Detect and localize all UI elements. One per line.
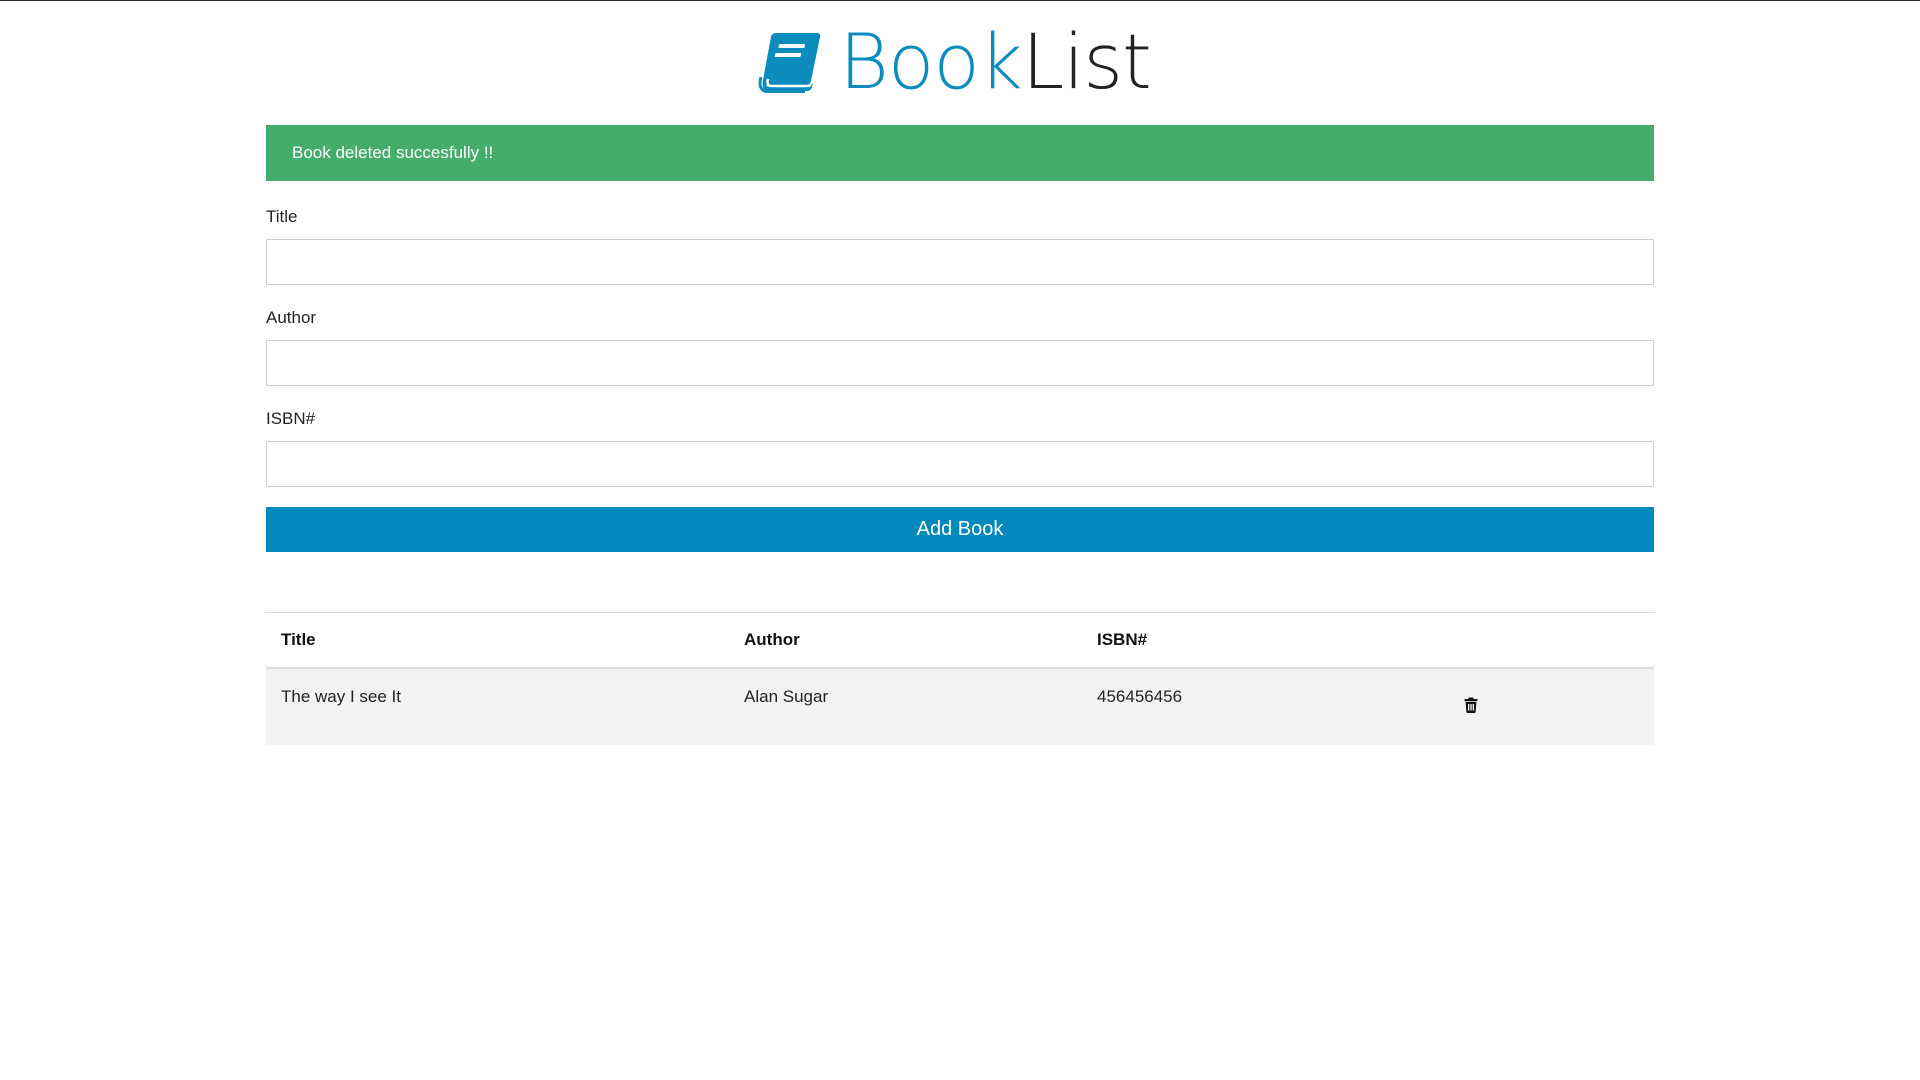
app-container: BookList Book deleted succesfully !! Tit… (266, 0, 1654, 745)
app-title-list: List (1021, 16, 1152, 106)
isbn-form-group: ISBN# (266, 409, 1654, 487)
book-title: The way I see It (281, 687, 401, 706)
app-title-book: Book (839, 16, 1023, 106)
book-action-cell (1445, 668, 1654, 745)
app-logo: BookList (758, 23, 1152, 100)
page-header: BookList (266, 0, 1654, 125)
success-alert: Book deleted succesfully !! (266, 125, 1654, 181)
column-header-author: Author (729, 612, 1082, 669)
table-header-row: Title Author ISBN# (266, 612, 1654, 669)
add-book-button[interactable]: Add Book (266, 507, 1654, 552)
book-table: Title Author ISBN# The way I see It Alan… (266, 612, 1654, 745)
column-header-action (1445, 612, 1654, 669)
alert-message: Book deleted succesfully !! (292, 143, 494, 162)
author-label: Author (266, 308, 317, 327)
delete-book-button[interactable] (1462, 696, 1480, 714)
isbn-label: ISBN# (266, 409, 316, 428)
book-isbn-cell: 456456456 (1082, 668, 1445, 745)
trash-icon (1464, 697, 1478, 713)
title-label: Title (266, 207, 298, 226)
book-icon (758, 32, 821, 93)
book-list: The way I see It Alan Sugar 456456456 (266, 668, 1654, 745)
table-row: The way I see It Alan Sugar 456456456 (266, 668, 1654, 745)
title-form-group: Title (266, 207, 1654, 285)
book-table-head: Title Author ISBN# (266, 612, 1654, 669)
book-author-cell: Alan Sugar (729, 668, 1082, 745)
isbn-input[interactable] (266, 441, 1654, 487)
book-author: Alan Sugar (744, 687, 829, 706)
title-input[interactable] (266, 239, 1654, 285)
column-header-title: Title (266, 612, 729, 669)
author-input[interactable] (266, 340, 1654, 386)
column-header-isbn: ISBN# (1082, 612, 1445, 669)
book-isbn: 456456456 (1097, 687, 1183, 706)
app-title: BookList (839, 23, 1152, 100)
book-form: Title Author ISBN# Add Book (266, 207, 1654, 552)
author-form-group: Author (266, 308, 1654, 386)
book-title-cell: The way I see It (266, 668, 729, 745)
